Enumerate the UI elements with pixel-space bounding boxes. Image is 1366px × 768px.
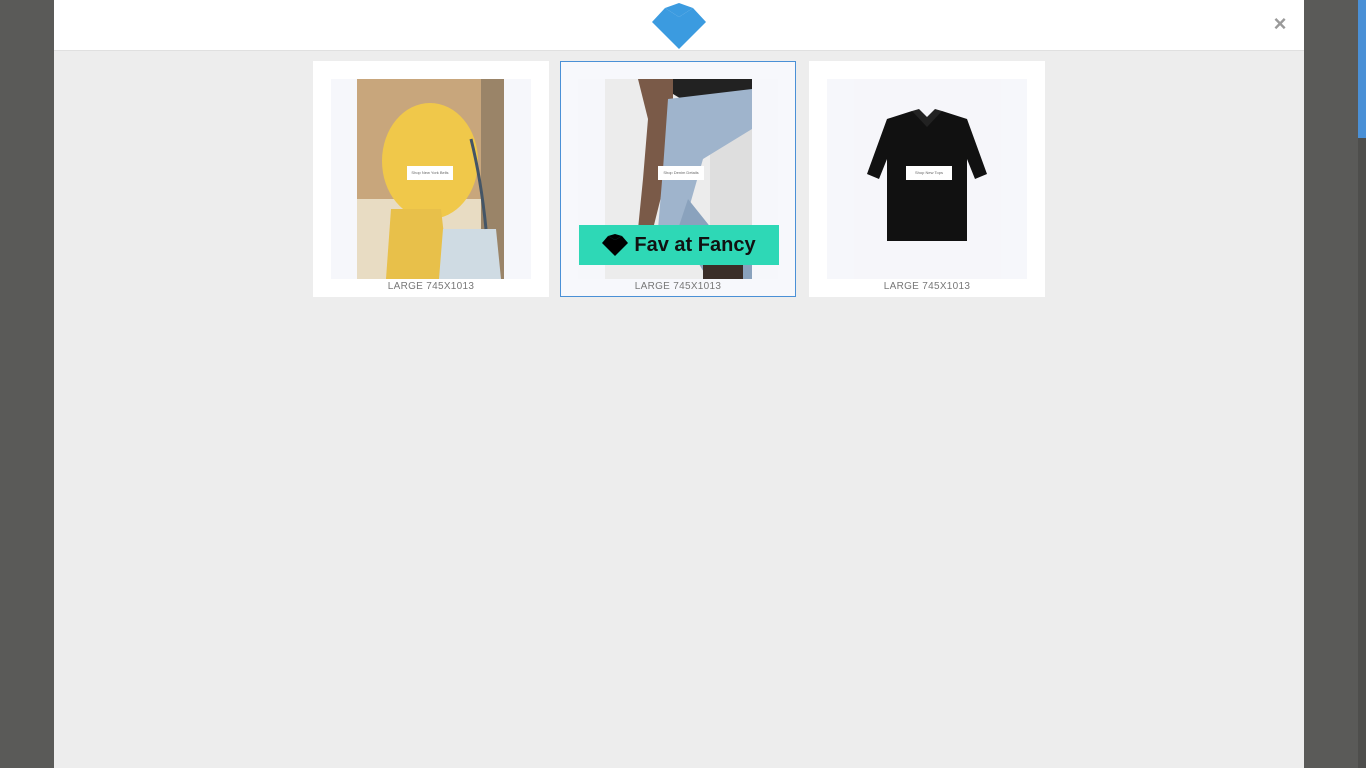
scrollbar-thumb[interactable]	[1358, 0, 1366, 138]
image-thumbnail[interactable]: Shop New York Bells	[331, 79, 531, 279]
shop-tag: Shop Denim Details	[658, 166, 704, 180]
image-size-caption: LARGE 745X1013	[883, 281, 971, 292]
heart-logo-icon	[652, 3, 706, 49]
image-thumbnail[interactable]: Shop New Tops	[827, 79, 1027, 279]
shop-tag: Shop New York Bells	[407, 166, 453, 180]
shop-tag: Shop New Tops	[906, 166, 952, 180]
image-card-selected[interactable]: Shop Denim Details Fav at Fancy LARGE 74…	[560, 61, 796, 297]
image-card[interactable]: Shop New Tops LARGE 745X1013	[809, 61, 1045, 297]
close-button[interactable]: ×	[1270, 12, 1290, 36]
page-scrollbar[interactable]	[1358, 0, 1366, 768]
image-size-caption: LARGE 745X1013	[634, 281, 722, 292]
fav-at-fancy-button[interactable]: Fav at Fancy	[579, 225, 779, 265]
image-card[interactable]: Shop New York Bells LARGE 745X1013	[313, 61, 549, 297]
heart-icon	[602, 234, 629, 256]
fav-button-label: Fav at Fancy	[634, 233, 756, 256]
image-picker-modal: × Shop New York Bells LARGE 745X1013 Sho…	[54, 0, 1304, 768]
modal-header: ×	[54, 0, 1304, 51]
image-size-caption: LARGE 745X1013	[387, 281, 475, 292]
